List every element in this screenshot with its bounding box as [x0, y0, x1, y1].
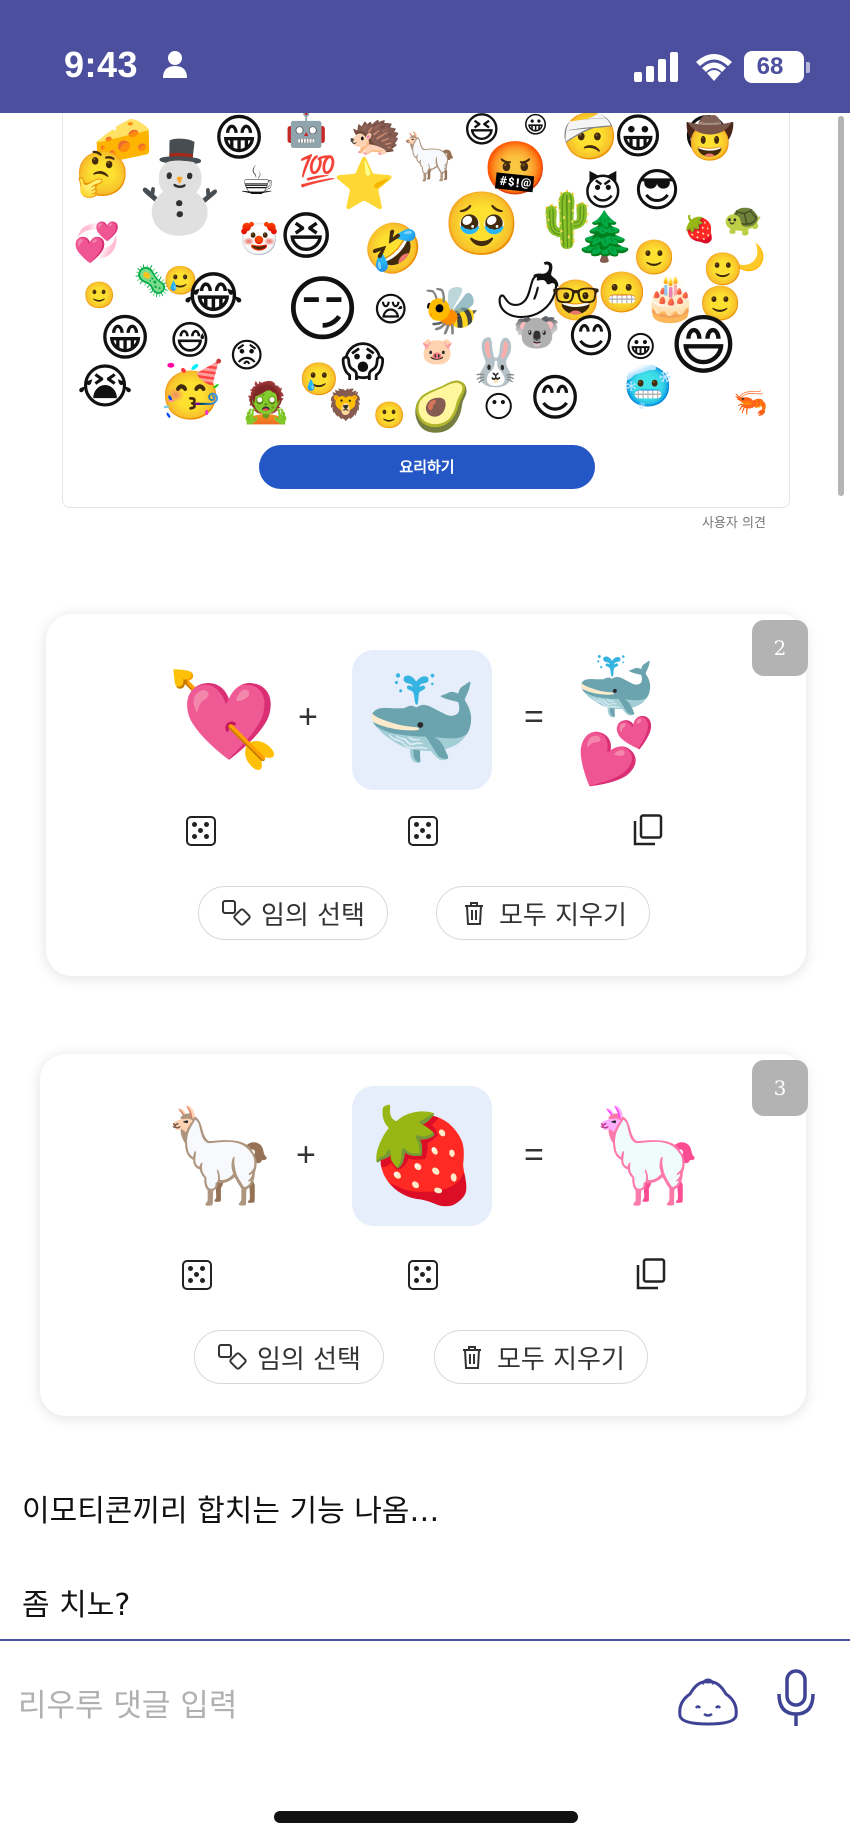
- equals-sign: =: [524, 1136, 544, 1174]
- random-select-label: 임의 선택: [257, 1344, 361, 1375]
- dice-icon[interactable]: [408, 1260, 438, 1290]
- clear-all-label: 모두 지우기: [499, 900, 627, 931]
- plus-sign: +: [296, 1136, 316, 1174]
- result-emoji[interactable]: 🐳💕: [576, 650, 716, 790]
- result-emoji[interactable]: 🦙: [578, 1086, 718, 1226]
- post-text-line: 좀 치노?: [22, 1588, 131, 1623]
- copy-icon[interactable]: [636, 1258, 666, 1290]
- status-bar: 9:43 68: [0, 0, 850, 113]
- emoji-kitchen-image: 🧀 😁 🤖 🦔 😆 😀 🤕 😀 😃 🤠 🤔 ⛄ ☕ 💯 ⭐ 🦙 🤬 😈 😎 💞 …: [62, 113, 790, 508]
- equals-sign: =: [524, 698, 544, 736]
- comment-input[interactable]: 리우루 댓글 입력: [18, 1680, 237, 1725]
- clear-all-button[interactable]: 모두 지우기: [434, 1330, 648, 1384]
- shuffle-icon: [218, 1344, 247, 1370]
- battery-indicator: 68: [744, 51, 810, 83]
- scrollbar[interactable]: [838, 116, 844, 496]
- feedback-label: 사용자 의견: [702, 516, 766, 531]
- person-icon: [163, 51, 187, 78]
- signal-icon: [634, 52, 678, 82]
- dumpling-icon[interactable]: [676, 1672, 740, 1728]
- combo-number: 3: [752, 1060, 808, 1116]
- random-select-button[interactable]: 임의 선택: [194, 1330, 384, 1384]
- wifi-icon: [696, 54, 732, 81]
- mic-icon[interactable]: [776, 1668, 816, 1730]
- combo-number: 2: [752, 620, 808, 676]
- trash-icon: [463, 1346, 481, 1369]
- shuffle-icon: [222, 900, 251, 926]
- right-emoji-slot[interactable]: 🍓: [352, 1086, 492, 1226]
- clear-all-button[interactable]: 모두 지우기: [436, 886, 650, 940]
- plus-sign: +: [298, 698, 318, 736]
- copy-icon[interactable]: [633, 814, 663, 846]
- comment-divider: [0, 1639, 850, 1641]
- cook-button: 요리하기: [259, 445, 595, 489]
- battery-level: 68: [756, 53, 784, 80]
- home-indicator[interactable]: [274, 1811, 578, 1823]
- post-text-line: 이모티콘끼리 합치는 기능 나옴…: [22, 1494, 440, 1529]
- left-emoji-slot[interactable]: 💘: [154, 650, 294, 790]
- emoji-collage: 🧀 😁 🤖 🦔 😆 😀 🤕 😀 😃 🤠 🤔 ⛄ ☕ 💯 ⭐ 🦙 🤬 😈 😎 💞 …: [73, 113, 768, 435]
- right-emoji-slot[interactable]: 🐳: [352, 650, 492, 790]
- trash-icon: [465, 902, 483, 925]
- combo-card: 3 🦙 + 🍓 = 🦙 임의 선택 모두 지우기: [40, 1054, 808, 1416]
- combo-card: 2 💘 + 🐳 = 🐳💕 임의 선택 모두 지우기: [46, 614, 808, 976]
- dice-icon[interactable]: [408, 816, 438, 846]
- left-emoji-slot[interactable]: 🦙: [150, 1086, 290, 1226]
- dice-icon[interactable]: [182, 1260, 212, 1290]
- random-select-button[interactable]: 임의 선택: [198, 886, 388, 940]
- dice-icon[interactable]: [186, 816, 216, 846]
- clear-all-label: 모두 지우기: [497, 1344, 625, 1375]
- random-select-label: 임의 선택: [261, 900, 365, 931]
- clock: 9:43: [64, 44, 139, 85]
